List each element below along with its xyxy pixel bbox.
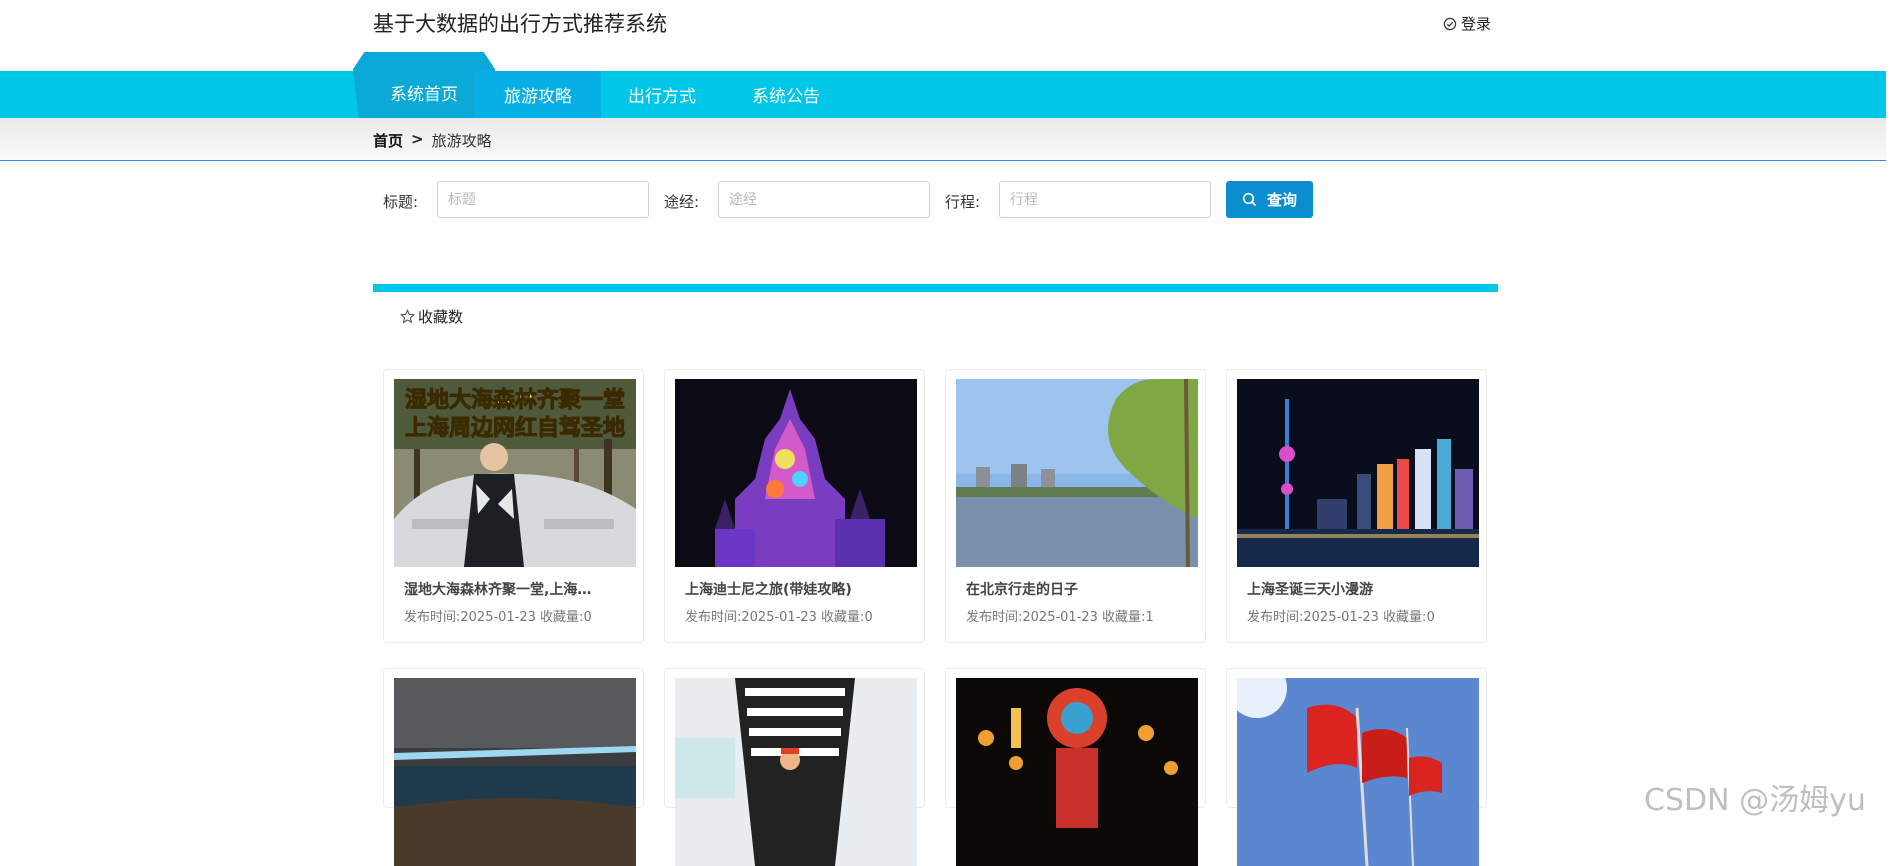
breadcrumb: 首页 > 旅游攻略: [373, 130, 492, 151]
guide-meta: 发布时间:2025-01-23 收藏量:0: [404, 610, 592, 625]
guide-thumbnail: [1237, 678, 1479, 866]
guide-card[interactable]: 上海迪士尼之旅(带娃攻略) 发布时间:2025-01-23 收藏量:0: [664, 369, 925, 643]
nav-item-home-label: 系统首页: [390, 84, 458, 105]
guide-card[interactable]: [945, 668, 1206, 866]
guide-title: 在北京行走的日子: [966, 582, 1078, 598]
guide-thumbnail: [956, 379, 1198, 567]
guide-title: 上海迪士尼之旅(带娃攻略): [685, 582, 852, 598]
search-icon: [1242, 192, 1257, 207]
guide-meta: 发布时间:2025-01-23 收藏量:0: [685, 610, 873, 625]
login-label: 登录: [1461, 15, 1492, 33]
main-nav: [0, 71, 1886, 118]
search-button-label: 查询: [1266, 191, 1297, 209]
star-outline-icon: [400, 309, 415, 324]
sort-by-favorites[interactable]: 收藏数: [400, 306, 463, 327]
guide-card[interactable]: 上海圣诞三天小漫游 发布时间:2025-01-23 收藏量:0: [1226, 369, 1487, 643]
breadcrumb-current: 旅游攻略: [431, 132, 492, 150]
guide-meta: 发布时间:2025-01-23 收藏量:0: [1247, 610, 1435, 625]
guide-thumbnail: 湿地大海森林齐聚一堂 上海周边网红自驾圣地: [394, 379, 636, 567]
nav-item-label: 系统公告: [752, 87, 820, 107]
site-title: 基于大数据的出行方式推荐系统: [373, 12, 667, 36]
title-filter-input[interactable]: [437, 181, 649, 218]
guide-title: 湿地大海森林齐聚一堂,上海…: [404, 582, 592, 598]
itinerary-filter-input[interactable]: [999, 181, 1211, 218]
guide-card[interactable]: 在北京行走的日子 发布时间:2025-01-23 收藏量:1: [945, 369, 1206, 643]
nav-item-label: 出行方式: [628, 87, 696, 107]
guide-thumbnail: [394, 678, 636, 866]
guide-thumbnail: [675, 379, 917, 567]
thumbnail-caption-line1: 湿地大海森林齐聚一堂: [405, 387, 625, 413]
section-divider: [373, 284, 1498, 292]
thumbnail-caption-line2: 上海周边网红自驾圣地: [405, 415, 625, 441]
guide-card[interactable]: [383, 668, 644, 866]
breadcrumb-home[interactable]: 首页: [373, 130, 403, 151]
nav-item-announcements[interactable]: 系统公告: [731, 71, 841, 118]
guide-title: 上海圣诞三天小漫游: [1247, 582, 1373, 598]
sort-label: 收藏数: [418, 308, 464, 326]
nav-item-home[interactable]: 系统首页: [353, 52, 495, 118]
guide-card[interactable]: [664, 668, 925, 866]
guide-thumbnail: [675, 678, 917, 866]
guide-card[interactable]: [1226, 668, 1487, 866]
breadcrumb-bar: [0, 118, 1886, 161]
nav-item-label: 旅游攻略: [504, 87, 572, 107]
guide-thumbnail: [956, 678, 1198, 866]
login-link[interactable]: 登录: [1443, 13, 1491, 34]
top-header: [0, 0, 1891, 72]
title-filter-label: 标题:: [383, 193, 419, 211]
watermark: CSDN @汤姆yu: [1644, 783, 1866, 818]
route-filter-input[interactable]: [718, 181, 930, 218]
nav-item-travel-modes[interactable]: 出行方式: [607, 71, 717, 118]
search-button[interactable]: 查询: [1226, 181, 1313, 218]
check-circle-icon: [1443, 17, 1457, 30]
breadcrumb-separator: >: [411, 130, 424, 148]
nav-item-travel-guides[interactable]: 旅游攻略: [475, 71, 601, 118]
guide-card[interactable]: 湿地大海森林齐聚一堂 上海周边网红自驾圣地 湿地大海森林齐聚一堂,上海… 发布时…: [383, 369, 644, 643]
itinerary-filter-label: 行程:: [945, 193, 981, 211]
route-filter-label: 途经:: [664, 193, 700, 211]
guide-meta: 发布时间:2025-01-23 收藏量:1: [966, 610, 1154, 625]
guide-thumbnail: [1237, 379, 1479, 567]
